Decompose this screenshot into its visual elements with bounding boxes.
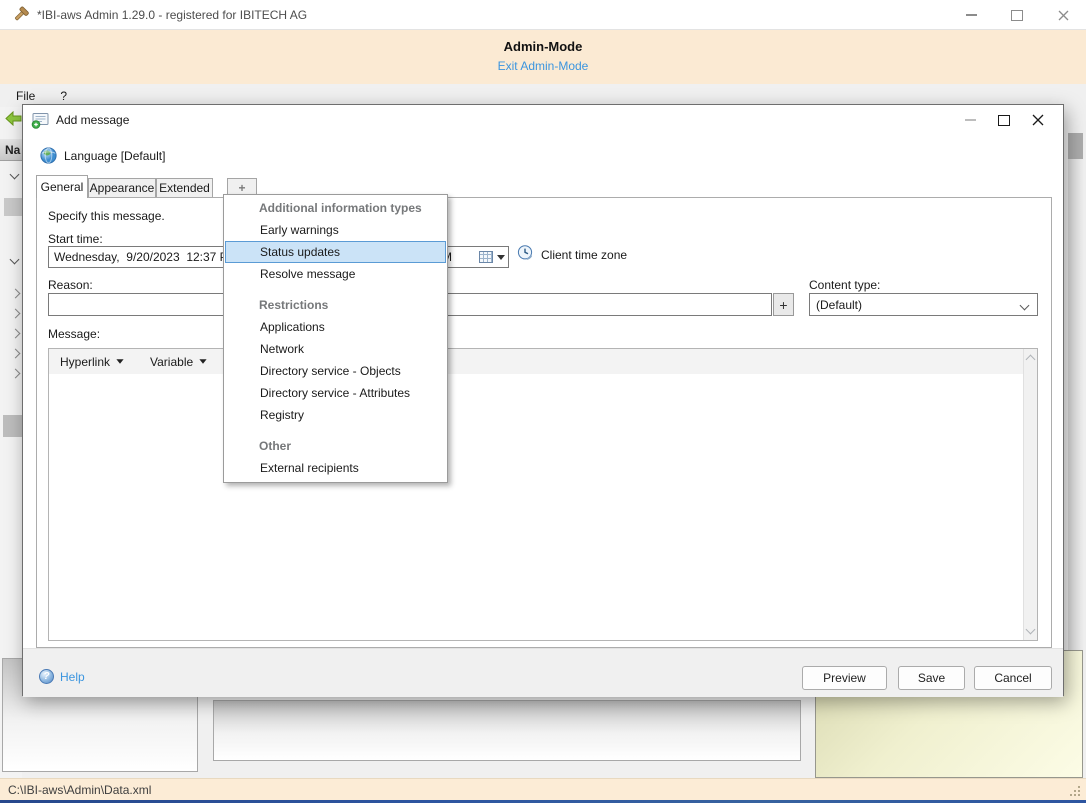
admin-mode-banner: Admin-Mode Exit Admin-Mode xyxy=(0,30,1086,84)
dialog-minimize-button[interactable] xyxy=(953,105,987,135)
add-message-icon xyxy=(31,112,50,129)
right-scrollbar[interactable] xyxy=(1068,133,1083,650)
start-time-value: Wednesday, 9/20/2023 12:37 PM xyxy=(54,250,238,264)
tree-scroll-remnant xyxy=(3,415,22,437)
maximize-icon xyxy=(998,114,1010,126)
message-editor[interactable]: Hyperlink Variable Select xyxy=(48,348,1038,641)
menu-item-external-recipients[interactable]: External recipients xyxy=(225,457,446,479)
hyperlink-dropdown-button[interactable]: Hyperlink xyxy=(57,353,127,371)
client-time-zone-label: Client time zone xyxy=(541,248,628,262)
maximize-icon xyxy=(1011,9,1023,21)
start-time-label: Start time: xyxy=(48,232,103,246)
main-titlebar: *IBI-aws Admin 1.29.0 - registered for I… xyxy=(0,0,1086,30)
tab-appearance[interactable]: Appearance xyxy=(88,178,156,197)
message-scrollbar[interactable] xyxy=(1023,349,1037,640)
help-link[interactable]: ? Help xyxy=(39,669,85,684)
tab-extended[interactable]: Extended xyxy=(156,178,213,197)
calendar-icon xyxy=(479,251,493,263)
menu-item-network[interactable]: Network xyxy=(225,338,446,360)
resize-grip[interactable] xyxy=(1070,786,1082,798)
help-icon: ? xyxy=(39,669,54,684)
menu-separator xyxy=(224,426,447,435)
menu-item-early-warnings[interactable]: Early warnings xyxy=(225,219,446,241)
dialog-close-button[interactable] xyxy=(1021,105,1055,135)
chevron-down-icon xyxy=(1019,300,1030,311)
menu-item-status-updates[interactable]: Status updates xyxy=(225,241,446,263)
menu-item-resolve-message[interactable]: Resolve message xyxy=(225,263,446,285)
menu-group-header: Other xyxy=(259,439,292,453)
reason-label: Reason: xyxy=(48,278,93,292)
dialog-titlebar: Add message xyxy=(23,105,1063,135)
minimize-button[interactable] xyxy=(948,0,994,30)
language-row: Language [Default] xyxy=(33,147,165,164)
screen: *IBI-aws Admin 1.29.0 - registered for I… xyxy=(0,0,1086,803)
message-type-menu: Additional information types Early warni… xyxy=(223,194,448,483)
chevron-down-icon xyxy=(116,359,124,364)
right-scrollbar-thumb[interactable] xyxy=(1068,133,1083,159)
hyperlink-label: Hyperlink xyxy=(60,354,111,369)
scroll-up-icon[interactable] xyxy=(1025,354,1036,365)
close-icon xyxy=(1058,10,1068,20)
calendar-dropdown-button[interactable] xyxy=(479,251,505,263)
app-hammer-icon xyxy=(12,6,29,23)
tree-column-header[interactable]: Na xyxy=(0,139,22,161)
dialog-controls xyxy=(953,105,1055,135)
chevron-down-icon xyxy=(497,254,505,260)
menu-separator xyxy=(224,285,447,294)
tree-selected-row[interactable] xyxy=(4,198,22,216)
instruction-text: Specify this message. xyxy=(48,209,165,223)
detail-panel-bottom xyxy=(213,700,801,761)
minimize-icon xyxy=(965,14,977,16)
preview-button[interactable]: Preview xyxy=(802,666,887,690)
close-button[interactable] xyxy=(1040,0,1086,30)
menu-item-directory-service-objects[interactable]: Directory service - Objects xyxy=(225,360,446,382)
back-arrow-icon[interactable] xyxy=(5,110,22,129)
menu-group-header: Additional information types xyxy=(259,201,422,215)
menu-item-applications[interactable]: Applications xyxy=(225,316,446,338)
globe-icon xyxy=(40,147,57,164)
content-type-select[interactable]: (Default) xyxy=(809,293,1038,316)
tab-general[interactable]: General xyxy=(36,175,88,198)
language-label: Language [Default] xyxy=(64,148,166,163)
client-time-zone-icon xyxy=(517,244,536,264)
dialog-maximize-button[interactable] xyxy=(987,105,1021,135)
status-path: C:\IBI-aws\Admin\Data.xml xyxy=(8,782,152,797)
add-message-dialog: Add message Language [Default] General A… xyxy=(22,104,1064,697)
content-type-value: (Default) xyxy=(816,297,863,312)
menu-help[interactable]: ? xyxy=(51,87,76,105)
dialog-title: Add message xyxy=(56,113,130,127)
main-window-title: *IBI-aws Admin 1.29.0 - registered for I… xyxy=(37,7,308,22)
menu-file[interactable]: File xyxy=(7,87,44,105)
variable-label: Variable xyxy=(150,354,194,369)
main-window-controls xyxy=(948,0,1086,30)
message-toolbar: Hyperlink Variable Select xyxy=(49,349,1023,374)
add-reason-button[interactable]: + xyxy=(773,293,794,316)
scroll-down-icon[interactable] xyxy=(1025,624,1036,635)
menu-item-registry[interactable]: Registry xyxy=(225,404,446,426)
message-label: Message: xyxy=(48,327,101,341)
menu-item-directory-service-attributes[interactable]: Directory service - Attributes xyxy=(225,382,446,404)
chevron-down-icon xyxy=(199,359,207,364)
status-bar: C:\IBI-aws\Admin\Data.xml xyxy=(0,778,1086,800)
exit-admin-mode-link[interactable]: Exit Admin-Mode xyxy=(498,59,589,73)
save-button[interactable]: Save xyxy=(898,666,965,690)
content-type-label: Content type: xyxy=(809,278,881,292)
minimize-icon xyxy=(964,119,976,121)
menu-group-header: Restrictions xyxy=(259,298,329,312)
help-label: Help xyxy=(60,669,85,684)
admin-mode-title: Admin-Mode xyxy=(503,39,583,54)
variable-dropdown-button[interactable]: Variable xyxy=(147,353,210,371)
cancel-button[interactable]: Cancel xyxy=(974,666,1052,690)
close-icon xyxy=(1032,114,1044,126)
maximize-button[interactable] xyxy=(994,0,1040,30)
